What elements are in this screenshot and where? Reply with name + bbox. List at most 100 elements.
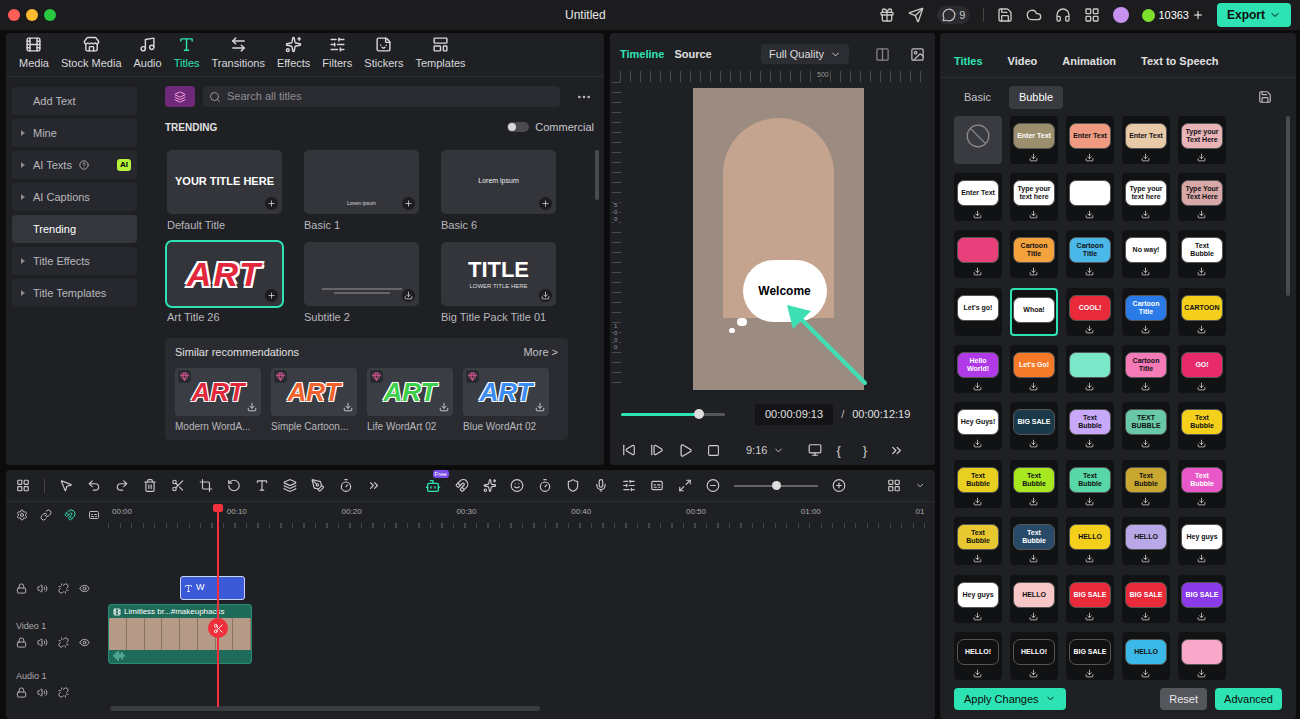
card-action[interactable] (402, 289, 415, 302)
inspector-tab[interactable]: Video (1008, 53, 1038, 70)
bubble-preset[interactable]: Text Bubble (954, 517, 1002, 565)
minimize-button[interactable] (26, 9, 38, 21)
title-card[interactable]: ARTArt Title 26 (167, 242, 282, 326)
bubble-preset[interactable]: HELLO (1122, 517, 1170, 565)
media-tab[interactable]: Stickers (364, 36, 403, 72)
ai-tool[interactable]: Free (425, 478, 441, 494)
card-action[interactable] (402, 197, 415, 210)
bubble-preset[interactable]: BIG SALE (1010, 402, 1058, 450)
horizontal-scrollbar[interactable] (110, 706, 540, 711)
bubble-preset[interactable]: BIG SALE (1122, 575, 1170, 623)
inspector-tab[interactable]: Titles (954, 53, 983, 70)
bubble-preset[interactable]: TEXT BUBBLE (1122, 402, 1170, 450)
bubble-preset[interactable]: BIG SALE (1066, 632, 1114, 680)
bubble-preset[interactable]: HELLO! (1010, 632, 1058, 680)
bubble-preset[interactable]: COOL! (1066, 288, 1114, 336)
bubble-preset[interactable]: Hey guys (1178, 517, 1226, 565)
bubble-preset[interactable]: GO! (1178, 345, 1226, 393)
zoom-slider[interactable] (734, 485, 818, 487)
bubble-preset[interactable]: Text Bubble (1178, 460, 1226, 508)
bubble-preset[interactable] (1066, 345, 1114, 393)
subtab[interactable]: Bubble (1009, 86, 1063, 109)
reset-button[interactable]: Reset (1160, 688, 1207, 711)
sidebar-item[interactable]: Trending (12, 215, 137, 243)
scrollbar[interactable] (595, 150, 599, 200)
bubble-preset[interactable]: Type your Text Here (1178, 116, 1226, 164)
mark-out[interactable]: } (863, 441, 867, 461)
credits[interactable]: 10363 (1142, 7, 1204, 24)
card-action[interactable] (265, 197, 278, 210)
bubble-preset[interactable]: Text Bubble (1066, 402, 1114, 450)
media-tab[interactable]: Templates (415, 36, 465, 72)
bubble-preset[interactable]: Text Bubble (1178, 402, 1226, 450)
commercial-toggle[interactable]: Commercial (507, 119, 594, 136)
bubble-preset[interactable]: Text Bubble (1122, 460, 1170, 508)
title-card[interactable]: Subtitle 2 (304, 242, 419, 326)
avatar[interactable] (1113, 7, 1129, 23)
bubble-preset[interactable]: CARTOON (1178, 288, 1226, 336)
preview-tab[interactable]: Source (674, 46, 711, 63)
bubble-preset[interactable]: HELLO! (954, 632, 1002, 680)
bubble-preset[interactable]: BIG SALE (1066, 575, 1114, 623)
media-tab[interactable]: Stock Media (61, 36, 122, 72)
bubble-preset[interactable]: Enter Text (954, 173, 1002, 221)
sidebar-item[interactable]: AI TextsAI (12, 151, 137, 179)
bubble-preset[interactable]: Cartoon Title (1066, 230, 1114, 278)
bubble-preset[interactable]: BIG SALE (1178, 575, 1226, 623)
video-clip[interactable]: Limitless br...#makeuphacks (108, 604, 252, 664)
bubble-preset[interactable]: Let's Go! (1010, 345, 1058, 393)
title-card[interactable]: Lorem ipsumBasic 6 (441, 150, 556, 234)
playhead[interactable] (217, 506, 219, 707)
bubble-preset[interactable] (954, 116, 1002, 164)
sidebar-item[interactable]: Title Templates (12, 279, 137, 307)
bubble-preset[interactable] (954, 230, 1002, 278)
bubble-preset[interactable]: Text Bubble (1178, 230, 1226, 278)
recommendation-card[interactable]: ARTSimple Cartoon... (271, 368, 357, 434)
bubble-preset[interactable]: HELLO (1066, 517, 1114, 565)
welcome-bubble[interactable]: Welcome (743, 260, 827, 322)
sidebar-item[interactable]: AI Captions (12, 183, 137, 211)
bubble-preset[interactable]: Type Your Text Here (1178, 173, 1226, 221)
media-tab[interactable]: Transitions (212, 36, 265, 72)
bubble-preset[interactable]: Hey Guys! (954, 402, 1002, 450)
bubble-preset[interactable]: Type your text here (1010, 173, 1058, 221)
bubble-preset[interactable]: Text Bubble (1010, 460, 1058, 508)
bubble-preset[interactable]: Enter Text (1066, 116, 1114, 164)
media-tab[interactable]: Titles (174, 36, 200, 72)
bubble-preset[interactable]: No way! (1122, 230, 1170, 278)
quality-dropdown[interactable]: Full Quality (761, 44, 849, 65)
export-button[interactable]: Export (1217, 3, 1291, 27)
filter-button[interactable] (165, 86, 195, 107)
media-tab[interactable]: Filters (322, 36, 352, 72)
progress-slider[interactable] (621, 413, 725, 416)
bubble-preset[interactable]: HELLO (1010, 575, 1058, 623)
bubble-preset[interactable]: Whoa! (1010, 288, 1058, 336)
close-button[interactable] (8, 9, 20, 21)
subtab[interactable]: Basic (954, 86, 1001, 109)
sidebar-item[interactable]: Mine (12, 119, 137, 147)
bubble-preset[interactable]: Enter Text (1122, 116, 1170, 164)
sidebar-item[interactable]: Add Text (12, 87, 137, 115)
bubble-preset[interactable]: Hey guys (954, 575, 1002, 623)
zoom-button[interactable] (44, 9, 56, 21)
bubble-preset[interactable]: Hello World! (954, 345, 1002, 393)
bubble-preset[interactable]: Text Bubble (1066, 460, 1114, 508)
apply-changes-button[interactable]: Apply Changes (954, 688, 1066, 711)
card-action[interactable] (265, 289, 278, 302)
sidebar-item[interactable]: Title Effects (12, 247, 137, 275)
ratio-dropdown[interactable]: 9:16 (746, 442, 784, 459)
bubble-preset[interactable]: Type your text here (1122, 173, 1170, 221)
inspector-tab[interactable]: Animation (1062, 53, 1116, 70)
media-tab[interactable]: Media (19, 36, 49, 72)
bubble-preset[interactable]: Cartoon Title (1122, 288, 1170, 336)
mark-in[interactable]: { (836, 441, 840, 461)
bubble-preset[interactable] (1066, 173, 1114, 221)
recommendation-card[interactable]: ARTModern WordA... (175, 368, 261, 434)
bubble-preset[interactable]: Enter Text (1010, 116, 1058, 164)
bubble-preset[interactable]: Text Bubble (954, 460, 1002, 508)
bubble-preset[interactable]: Cartoon Title (1122, 345, 1170, 393)
messages-button[interactable]: 9 (937, 6, 970, 25)
search-field[interactable]: Search all titles (203, 86, 560, 107)
more-link[interactable]: More > (523, 344, 558, 361)
bubble-preset[interactable]: Text Bubble (1010, 517, 1058, 565)
